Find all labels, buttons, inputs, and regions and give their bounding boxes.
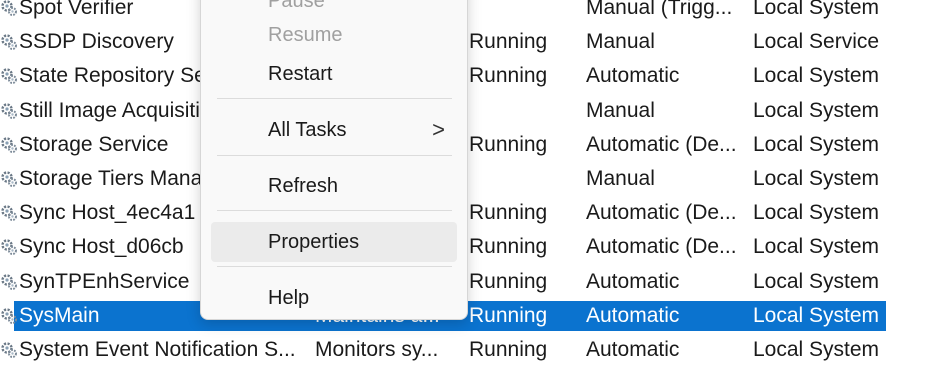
- service-description: Monitors sy...: [315, 337, 439, 361]
- service-log-on-as: Local System: [753, 235, 880, 259]
- service-status: Running: [469, 30, 548, 54]
- menu-item-label: All Tasks: [268, 119, 347, 141]
- service-log-on-as: Local System: [753, 64, 880, 88]
- service-startup-type: Manual: [586, 30, 655, 54]
- gear-icon: [1, 342, 17, 358]
- service-status: Running: [469, 337, 548, 361]
- service-log-on-as: Local System: [753, 303, 880, 327]
- service-log-on-as: Local System: [753, 0, 880, 19]
- service-startup-type: Automatic (De...: [586, 201, 737, 225]
- service-status: [469, 0, 581, 25]
- services-window: Spot Verifier Manual (Trigg... Local Sys…: [0, 0, 928, 375]
- service-row[interactable]: System Event Notification S... Monitors …: [0, 333, 928, 367]
- service-startup-type: Manual: [586, 98, 655, 122]
- service-status: Running: [469, 132, 548, 156]
- gear-icon: [1, 307, 17, 324]
- menu-item-label: Restart: [268, 63, 333, 85]
- menu-separator: [217, 98, 452, 99]
- service-status: [469, 162, 581, 196]
- service-log-on-as: Local Service: [753, 30, 880, 54]
- gear-icon: [1, 239, 17, 256]
- menu-item-help[interactable]: Help: [211, 278, 457, 318]
- service-log-on-as: Local System: [753, 201, 880, 225]
- gear-icon: [1, 102, 17, 119]
- menu-item-label: Help: [268, 287, 310, 309]
- menu-item-refresh[interactable]: Refresh: [211, 166, 457, 206]
- service-status: [469, 94, 581, 128]
- menu-item-properties[interactable]: Properties: [211, 222, 457, 262]
- service-status: Running: [469, 235, 548, 259]
- service-startup-type: Automatic (De...: [586, 235, 737, 259]
- chevron-right-icon: >: [432, 117, 445, 142]
- gear-icon: [1, 34, 17, 51]
- menu-item-label: Refresh: [268, 175, 339, 197]
- service-name: System Event Notification S...: [19, 337, 296, 361]
- menu-separator: [217, 210, 452, 211]
- menu-item-restart[interactable]: Restart: [211, 54, 457, 94]
- gear-icon: [1, 0, 17, 16]
- gear-icon: [1, 273, 17, 290]
- service-startup-type: Automatic: [586, 64, 680, 88]
- context-menu: Pause Resume Restart All Tasks > Refresh…: [200, 0, 468, 320]
- service-startup-type: Automatic: [586, 337, 680, 361]
- menu-item-all-tasks[interactable]: All Tasks >: [211, 110, 457, 150]
- service-status: Running: [469, 269, 548, 293]
- service-startup-type: Automatic (De...: [586, 132, 737, 156]
- service-startup-type: Manual (Trigg...: [586, 0, 733, 19]
- service-status: Running: [469, 303, 548, 327]
- service-log-on-as: Local System: [753, 132, 880, 156]
- gear-icon: [1, 137, 17, 153]
- menu-item-label: Resume: [268, 24, 343, 46]
- service-status: Running: [469, 64, 548, 88]
- menu-separator: [217, 266, 452, 267]
- menu-separator: [217, 155, 452, 156]
- gear-icon: [1, 171, 17, 187]
- service-startup-type: Automatic: [586, 303, 680, 327]
- service-status: Running: [469, 201, 548, 225]
- service-startup-type: Manual: [586, 166, 655, 190]
- service-log-on-as: Local System: [753, 337, 880, 361]
- menu-item-resume: Resume: [211, 15, 457, 55]
- service-log-on-as: Local System: [753, 166, 880, 190]
- service-log-on-as: Local System: [753, 269, 880, 293]
- service-startup-type: Automatic: [586, 269, 680, 293]
- gear-icon: [1, 68, 17, 85]
- menu-item-label: Properties: [268, 231, 360, 253]
- service-log-on-as: Local System: [753, 98, 880, 122]
- gear-icon: [1, 205, 17, 222]
